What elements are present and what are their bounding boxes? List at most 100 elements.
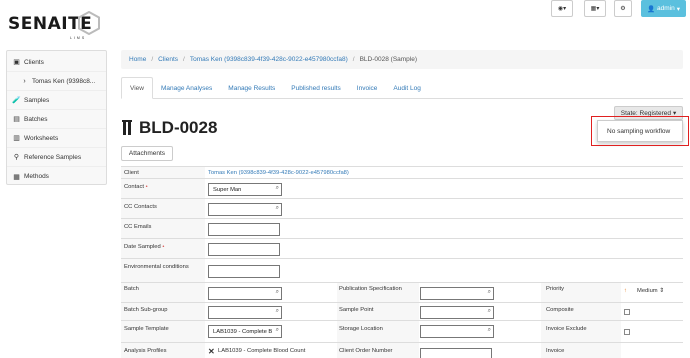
chevron-down-icon: ▾ bbox=[676, 5, 681, 13]
form-row-cc-contacts: CC Contacts ⌕ bbox=[121, 198, 683, 218]
page-title: BLD-0028 bbox=[139, 118, 218, 137]
form-row-batch-subgroup: Batch Sub-group ⌕ Sample Point ⌕ Composi… bbox=[121, 302, 683, 320]
tab-view[interactable]: View bbox=[121, 77, 153, 99]
batch-subgroup-label: Batch Sub-group bbox=[124, 307, 168, 313]
cc-contacts-label: CC Contacts bbox=[124, 204, 157, 210]
sidebar: ▣ Clients › Tomas Ken (9398c8... 🧪 Sampl… bbox=[6, 50, 107, 185]
tab-manage-analyses[interactable]: Manage Analyses bbox=[153, 78, 220, 98]
sidebar-item-worksheets[interactable]: ▥ Worksheets bbox=[7, 129, 106, 148]
sidebar-item-label: Worksheets bbox=[24, 134, 59, 142]
sample-template-input[interactable]: LAB1039 - Complete B ⌕ bbox=[208, 325, 282, 338]
sidebar-item-clients[interactable]: ▣ Clients bbox=[7, 53, 106, 72]
breadcrumb-home[interactable]: Home bbox=[129, 56, 146, 63]
form-row-client: Client Tomas Ken (9398c839-4f39-428c-902… bbox=[121, 166, 683, 178]
environmental-input[interactable] bbox=[208, 265, 280, 278]
search-icon: ⌕ bbox=[487, 289, 491, 295]
composite-label: Composite bbox=[546, 307, 574, 313]
batch-label: Batch bbox=[124, 286, 139, 292]
chevron-down-icon: ▾ bbox=[563, 6, 567, 12]
breadcrumb-clients[interactable]: Clients bbox=[158, 56, 178, 63]
attachments-button[interactable]: Attachments bbox=[121, 146, 173, 161]
search-icon: ⌕ bbox=[487, 327, 491, 333]
client-order-number-label: Client Order Number bbox=[339, 348, 393, 354]
storage-location-label: Storage Location bbox=[339, 326, 383, 332]
form-row-batch: Batch ⌕ Publication Specification ⌕ Prio… bbox=[121, 282, 683, 302]
search-icon: ⌕ bbox=[275, 205, 279, 211]
sidebar-item-label: Reference Samples bbox=[24, 153, 82, 161]
contact-label: Contact • bbox=[124, 184, 148, 190]
contact-input[interactable]: Super Man ⌕ bbox=[208, 183, 282, 196]
client-link[interactable]: Tomas Ken (9398c839-4f39-428c-9022-e4579… bbox=[208, 170, 349, 176]
breadcrumb: Home / Clients / Tomas Ken (9398c839-4f3… bbox=[121, 50, 683, 69]
sidebar-item-label: Clients bbox=[24, 58, 44, 66]
breadcrumb-separator: / bbox=[352, 56, 355, 63]
composite-checkbox[interactable] bbox=[624, 309, 630, 315]
apps-menu-button[interactable]: ▦ ▾ bbox=[584, 0, 606, 17]
senaite-logo[interactable]: SENAITE LIMS bbox=[8, 8, 108, 40]
sample-template-label: Sample Template bbox=[124, 326, 169, 332]
hexagon-logo-icon bbox=[78, 11, 100, 35]
tab-invoice[interactable]: Invoice bbox=[349, 78, 386, 98]
storage-location-input[interactable]: ⌕ bbox=[420, 325, 494, 338]
batch-input[interactable]: ⌕ bbox=[208, 287, 282, 300]
priority-label: Priority bbox=[546, 286, 565, 292]
globe-menu-button[interactable]: ◉ ▾ bbox=[551, 0, 573, 17]
user-label: admin bbox=[657, 5, 675, 12]
analysis-profile-value: LAB1039 - Complete Blood Count bbox=[218, 348, 306, 354]
publication-spec-input[interactable]: ⌕ bbox=[420, 287, 494, 300]
sidebar-item-batches[interactable]: ▤ Batches bbox=[7, 110, 106, 129]
client-label: Client bbox=[124, 170, 139, 176]
tab-published-results[interactable]: Published results bbox=[283, 78, 349, 98]
contact-value: Super Man bbox=[213, 186, 242, 193]
tab-audit-log[interactable]: Audit Log bbox=[385, 78, 428, 98]
breadcrumb-separator: / bbox=[183, 56, 185, 63]
search-icon: ⌕ bbox=[275, 185, 279, 191]
date-sampled-label: Date Sampled • bbox=[124, 244, 165, 250]
tab-manage-results[interactable]: Manage Results bbox=[220, 78, 283, 98]
content-tabs: View Manage Analyses Manage Results Publ… bbox=[121, 77, 683, 99]
gear-icon: ⚙ bbox=[620, 6, 626, 12]
breadcrumb-current: BLD-0028 (Sample) bbox=[359, 56, 418, 63]
form-row-cc-emails: CC Emails bbox=[121, 218, 683, 238]
sample-point-input[interactable]: ⌕ bbox=[420, 306, 494, 319]
search-icon: ⌕ bbox=[275, 289, 279, 295]
client-order-number-input[interactable] bbox=[420, 348, 492, 358]
breadcrumb-separator: / bbox=[151, 56, 154, 63]
form-row-environmental: Environmental conditions bbox=[121, 258, 683, 282]
invoice-exclude-checkbox[interactable] bbox=[624, 329, 630, 335]
vial-icon: 🧪 bbox=[12, 97, 21, 104]
sidebar-item-label: Methods bbox=[24, 173, 49, 180]
form-row-contact: Contact • Super Man ⌕ bbox=[121, 178, 683, 198]
highlight-box bbox=[591, 116, 689, 146]
remove-profile-icon[interactable]: ✕ bbox=[208, 347, 215, 356]
sidebar-item-reference-samples[interactable]: ⚲ Reference Samples bbox=[7, 148, 106, 167]
cc-contacts-input[interactable]: ⌕ bbox=[208, 203, 282, 216]
chevron-right-icon: › bbox=[23, 77, 26, 85]
address-card-icon: ▣ bbox=[13, 59, 20, 66]
sidebar-item-client-tomas[interactable]: › Tomas Ken (9398c8... bbox=[7, 72, 106, 91]
search-icon: ⌕ bbox=[487, 308, 491, 314]
invoice-exclude-label: Invoice Exclude bbox=[546, 326, 587, 332]
select-arrows-icon: ⇕ bbox=[659, 288, 665, 294]
cc-emails-label: CC Emails bbox=[124, 224, 152, 230]
analysis-profiles-label: Analysis Profiles bbox=[124, 348, 167, 354]
user-menu-button[interactable]: 👤 admin ▾ bbox=[641, 0, 686, 17]
sample-vial-icon bbox=[122, 120, 132, 135]
sidebar-item-samples[interactable]: 🧪 Samples bbox=[7, 91, 106, 110]
search-icon: ⌕ bbox=[275, 308, 279, 314]
date-sampled-input[interactable] bbox=[208, 243, 280, 256]
cc-emails-input[interactable] bbox=[208, 223, 280, 236]
invoice-label: Invoice bbox=[546, 348, 565, 354]
priority-select[interactable]: Medium ⇕ bbox=[637, 288, 664, 294]
methods-icon: ▦ bbox=[13, 173, 20, 181]
batch-subgroup-input[interactable]: ⌕ bbox=[208, 306, 282, 319]
search-icon: ⌕ bbox=[275, 327, 279, 333]
breadcrumb-client[interactable]: Tomas Ken (9398c839-4f39-428c-9022-e4579… bbox=[190, 56, 348, 63]
form-row-date-sampled: Date Sampled • bbox=[121, 238, 683, 258]
priority-value: Medium bbox=[637, 288, 658, 294]
worksheet-icon: ▥ bbox=[13, 135, 20, 142]
page-title-wrap: BLD-0028 bbox=[121, 118, 217, 138]
priority-arrow-icon: ↑ bbox=[624, 288, 627, 294]
sidebar-item-methods[interactable]: ▦ Methods bbox=[7, 167, 106, 186]
settings-button[interactable]: ⚙ bbox=[614, 0, 632, 17]
